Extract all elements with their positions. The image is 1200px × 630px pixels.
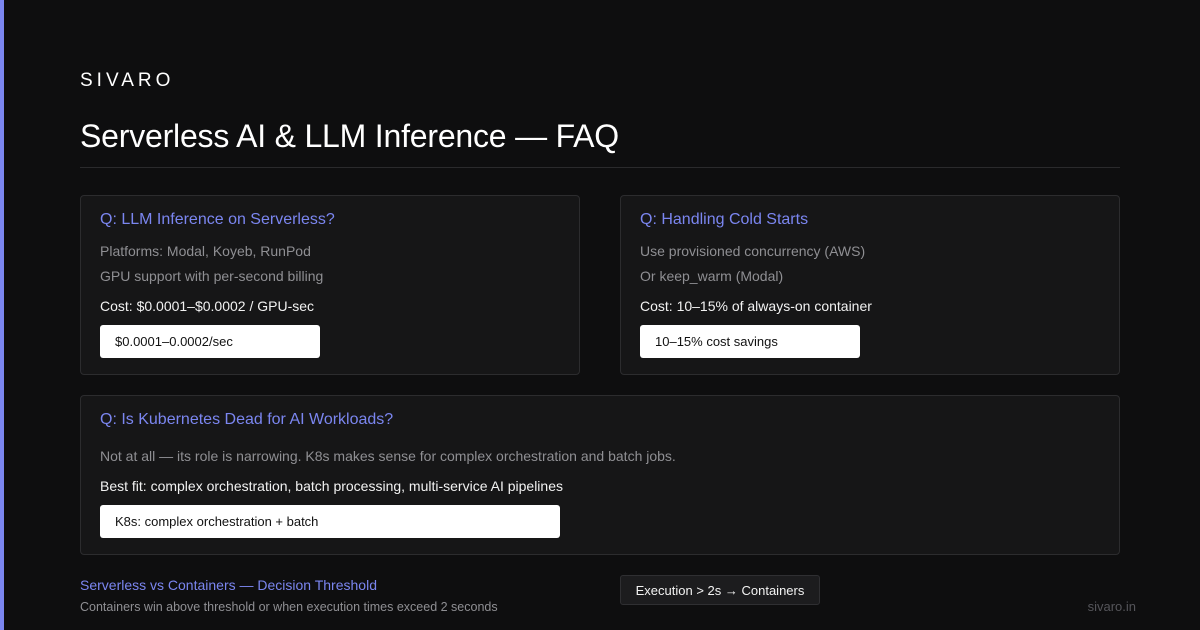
faq-detail: Use provisioned concurrency (AWS)	[640, 243, 866, 259]
faq-card-llm-inference: Q: LLM Inference on Serverless? Platform…	[80, 195, 580, 375]
title-divider	[80, 167, 1120, 168]
faq-cost: Cost: 10–15% of always-on container	[640, 298, 872, 314]
faq-detail: Not at all — its role is narrowing. K8s …	[100, 448, 676, 464]
faq-question: Q: LLM Inference on Serverless?	[100, 211, 335, 228]
faq-detail: Platforms: Modal, Koyeb, RunPod	[100, 243, 311, 259]
page-title: Serverless AI & LLM Inference — FAQ	[80, 118, 620, 154]
faq-card-kubernetes: Q: Is Kubernetes Dead for AI Workloads? …	[80, 395, 1120, 555]
footer-title: Serverless vs Containers — Decision Thre…	[80, 577, 377, 593]
faq-best-fit: Best fit: complex orchestration, batch p…	[100, 478, 563, 494]
threshold-chip: Execution > 2s → Containers	[620, 575, 820, 605]
faq-detail: GPU support with per-second billing	[100, 268, 324, 284]
faq-card-cold-starts: Q: Handling Cold Starts Use provisioned …	[620, 195, 1120, 375]
faq-cost: Cost: $0.0001–$0.0002 / GPU-sec	[100, 298, 315, 314]
footer-subtitle: Containers win above threshold or when e…	[80, 600, 498, 614]
accent-bar	[0, 0, 4, 630]
faq-highlight-pill: 10–15% cost savings	[640, 325, 860, 358]
faq-question: Q: Handling Cold Starts	[640, 211, 809, 228]
site-url: sivaro.in	[1087, 599, 1136, 614]
faq-highlight-pill: K8s: complex orchestration + batch	[100, 505, 560, 538]
faq-detail: Or keep_warm (Modal)	[640, 268, 784, 284]
faq-highlight-pill: $0.0001–0.0002/sec	[100, 325, 320, 358]
brand-logo: SIVARO	[80, 70, 175, 91]
faq-question: Q: Is Kubernetes Dead for AI Workloads?	[100, 411, 394, 428]
